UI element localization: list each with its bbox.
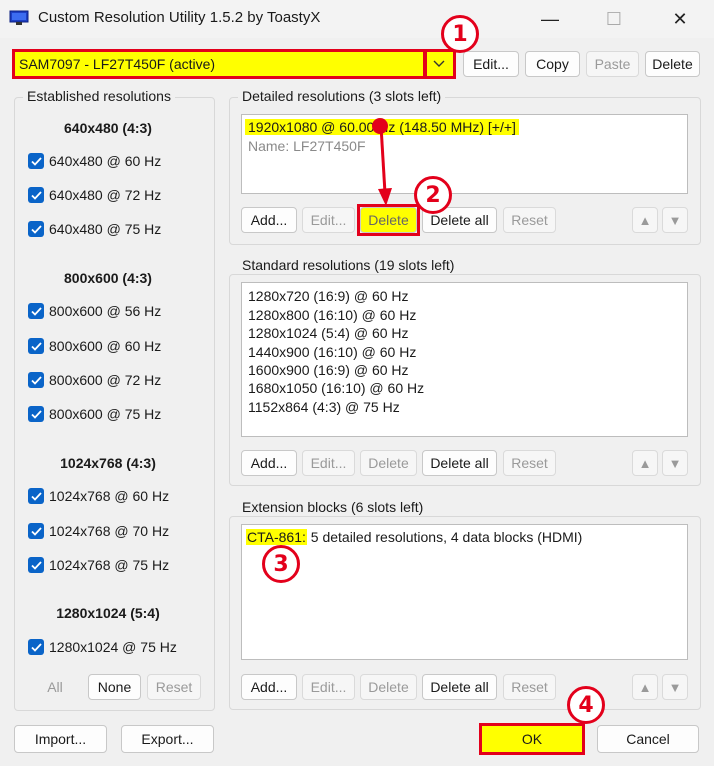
checkmark-icon bbox=[28, 303, 44, 319]
checkbox-label: 800x600 @ 72 Hz bbox=[49, 372, 162, 388]
minimize-button[interactable]: — bbox=[535, 6, 565, 32]
checkbox-640x480-60[interactable]: 640x480 @ 60 Hz bbox=[28, 151, 161, 171]
monitor-edit-button[interactable]: Edit... bbox=[463, 51, 519, 77]
extension-entry-key: CTA-861: bbox=[246, 529, 307, 545]
established-none-button[interactable]: None bbox=[88, 674, 141, 700]
arrow-up-icon[interactable]: ▲ bbox=[632, 674, 658, 700]
export-button[interactable]: Export... bbox=[121, 725, 214, 753]
res-heading-800: 800x600 (4:3) bbox=[64, 270, 152, 286]
extension-list[interactable]: CTA-861: 5 detailed resolutions, 4 data … bbox=[241, 524, 688, 660]
res-heading-1024: 1024x768 (4:3) bbox=[60, 455, 156, 471]
checkmark-icon bbox=[28, 488, 44, 504]
detailed-edit-button[interactable]: Edit... bbox=[302, 207, 355, 233]
list-item[interactable]: 1280x1024 (5:4) @ 60 Hz bbox=[248, 325, 409, 341]
checkmark-icon bbox=[28, 153, 44, 169]
checkmark-icon bbox=[28, 187, 44, 203]
established-label: Established resolutions bbox=[23, 88, 175, 104]
chevron-down-icon[interactable] bbox=[424, 51, 454, 77]
extension-edit-button[interactable]: Edit... bbox=[302, 674, 355, 700]
checkbox-800x600-56[interactable]: 800x600 @ 56 Hz bbox=[28, 301, 161, 321]
checkbox-label: 640x480 @ 72 Hz bbox=[49, 187, 162, 203]
checkbox-800x600-60[interactable]: 800x600 @ 60 Hz bbox=[28, 336, 161, 356]
list-item[interactable]: 1280x800 (16:10) @ 60 Hz bbox=[248, 307, 416, 323]
checkbox-label: 1280x1024 @ 75 Hz bbox=[49, 639, 177, 655]
detailed-delete-button[interactable]: Delete bbox=[360, 207, 417, 233]
checkbox-label: 800x600 @ 60 Hz bbox=[49, 338, 162, 354]
arrow-up-icon[interactable]: ▲ bbox=[632, 207, 658, 233]
arrow-up-icon[interactable]: ▲ bbox=[632, 450, 658, 476]
list-item[interactable]: 1152x864 (4:3) @ 75 Hz bbox=[248, 399, 400, 415]
close-button[interactable]: ✕ bbox=[665, 6, 695, 32]
detailed-label: Detailed resolutions (3 slots left) bbox=[238, 88, 446, 104]
detailed-entry-name: Name: LF27T450F bbox=[248, 138, 366, 154]
annotation-arrow-icon bbox=[372, 118, 392, 206]
extension-add-button[interactable]: Add... bbox=[241, 674, 297, 700]
cancel-button[interactable]: Cancel bbox=[597, 725, 699, 753]
checkmark-icon bbox=[28, 338, 44, 354]
window-title: Custom Resolution Utility 1.5.2 by Toast… bbox=[38, 9, 321, 26]
established-all-button[interactable]: All bbox=[28, 674, 82, 700]
checkbox-640x480-72[interactable]: 640x480 @ 72 Hz bbox=[28, 185, 161, 205]
checkmark-icon bbox=[28, 221, 44, 237]
extension-delete-button[interactable]: Delete bbox=[360, 674, 417, 700]
detailed-add-button[interactable]: Add... bbox=[241, 207, 297, 233]
annotation-badge-1: 1 bbox=[441, 15, 479, 53]
standard-list[interactable]: 1280x720 (16:9) @ 60 Hz 1280x800 (16:10)… bbox=[241, 282, 688, 437]
monitor-app-icon bbox=[9, 10, 29, 25]
standard-delete-button[interactable]: Delete bbox=[360, 450, 417, 476]
list-item[interactable]: 1440x900 (16:10) @ 60 Hz bbox=[248, 344, 416, 360]
monitor-paste-button[interactable]: Paste bbox=[586, 51, 639, 77]
monitor-select-value: SAM7097 - LF27T450F (active) bbox=[19, 56, 216, 72]
res-heading-1280: 1280x1024 (5:4) bbox=[56, 605, 160, 621]
checkbox-label: 1024x768 @ 60 Hz bbox=[49, 488, 170, 504]
annotation-badge-3: 3 bbox=[262, 545, 300, 583]
standard-edit-button[interactable]: Edit... bbox=[302, 450, 355, 476]
checkbox-1280x1024-75[interactable]: 1280x1024 @ 75 Hz bbox=[28, 637, 177, 657]
detailed-reset-button[interactable]: Reset bbox=[503, 207, 556, 233]
extension-entry[interactable]: CTA-861: 5 detailed resolutions, 4 data … bbox=[246, 529, 582, 545]
standard-add-button[interactable]: Add... bbox=[241, 450, 297, 476]
list-item[interactable]: 1600x900 (16:9) @ 60 Hz bbox=[248, 362, 409, 378]
ok-button[interactable]: OK bbox=[481, 725, 583, 753]
checkbox-1024x768-70[interactable]: 1024x768 @ 70 Hz bbox=[28, 521, 169, 541]
res-heading-640: 640x480 (4:3) bbox=[64, 120, 152, 136]
checkbox-label: 640x480 @ 60 Hz bbox=[49, 153, 162, 169]
monitor-select[interactable]: SAM7097 - LF27T450F (active) bbox=[14, 51, 454, 77]
extension-label: Extension blocks (6 slots left) bbox=[238, 499, 428, 515]
extension-entry-text: 5 detailed resolutions, 4 data blocks (H… bbox=[306, 529, 583, 545]
checkmark-icon bbox=[28, 523, 44, 539]
checkmark-icon bbox=[28, 639, 44, 655]
maximize-button[interactable]: ☐ bbox=[599, 6, 629, 32]
standard-delete-all-button[interactable]: Delete all bbox=[422, 450, 497, 476]
arrow-down-icon[interactable]: ▼ bbox=[662, 450, 688, 476]
checkmark-icon bbox=[28, 406, 44, 422]
annotation-badge-4: 4 bbox=[567, 686, 605, 724]
checkbox-label: 1024x768 @ 75 Hz bbox=[49, 557, 170, 573]
standard-label: Standard resolutions (19 slots left) bbox=[238, 257, 459, 273]
checkbox-label: 800x600 @ 56 Hz bbox=[49, 303, 162, 319]
arrow-down-icon[interactable]: ▼ bbox=[662, 207, 688, 233]
list-item[interactable]: 1680x1050 (16:10) @ 60 Hz bbox=[248, 380, 424, 396]
checkbox-label: 800x600 @ 75 Hz bbox=[49, 406, 162, 422]
extension-reset-button[interactable]: Reset bbox=[503, 674, 556, 700]
import-button[interactable]: Import... bbox=[14, 725, 107, 753]
arrow-down-icon[interactable]: ▼ bbox=[662, 674, 688, 700]
extension-delete-all-button[interactable]: Delete all bbox=[422, 674, 497, 700]
checkbox-1024x768-75[interactable]: 1024x768 @ 75 Hz bbox=[28, 555, 169, 575]
checkbox-label: 1024x768 @ 70 Hz bbox=[49, 523, 170, 539]
annotation-badge-2: 2 bbox=[414, 176, 452, 214]
monitor-copy-button[interactable]: Copy bbox=[525, 51, 580, 77]
checkbox-800x600-75[interactable]: 800x600 @ 75 Hz bbox=[28, 404, 161, 424]
checkmark-icon bbox=[28, 557, 44, 573]
monitor-delete-button[interactable]: Delete bbox=[645, 51, 700, 77]
detailed-list[interactable]: 1920x1080 @ 60.00 Hz (148.50 MHz) [+/+] … bbox=[241, 114, 688, 194]
list-item[interactable]: 1280x720 (16:9) @ 60 Hz bbox=[248, 288, 409, 304]
checkbox-1024x768-60[interactable]: 1024x768 @ 60 Hz bbox=[28, 486, 169, 506]
checkbox-640x480-75[interactable]: 640x480 @ 75 Hz bbox=[28, 219, 161, 239]
established-reset-button[interactable]: Reset bbox=[147, 674, 201, 700]
checkbox-label: 640x480 @ 75 Hz bbox=[49, 221, 162, 237]
checkbox-800x600-72[interactable]: 800x600 @ 72 Hz bbox=[28, 370, 161, 390]
standard-reset-button[interactable]: Reset bbox=[503, 450, 556, 476]
checkmark-icon bbox=[28, 372, 44, 388]
